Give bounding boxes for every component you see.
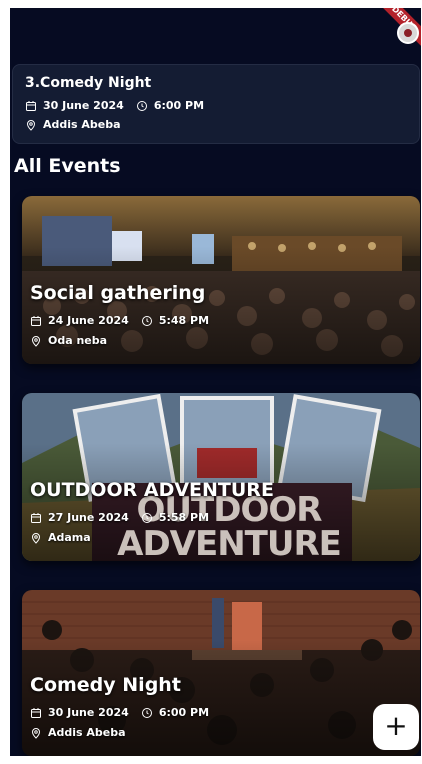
clock-icon (141, 512, 152, 523)
event-date: 30 June 2024 (48, 706, 129, 719)
add-icon: + (384, 709, 408, 742)
event-title: OUTDOOR ADVENTURE (30, 479, 274, 501)
event-datetime: 27 June 2024 5:58 PM (30, 511, 274, 524)
featured-event-time: 6:00 PM (153, 99, 205, 112)
event-date: 24 June 2024 (48, 314, 129, 327)
event-location: Addis Abeba (48, 726, 126, 739)
clock-icon (136, 100, 147, 111)
profile-avatar[interactable] (397, 22, 419, 44)
app-screen: DEBUG 3.Comedy Night 30 June 2024 6:00 P… (10, 8, 421, 756)
clock-icon (141, 315, 152, 326)
location-pin-icon (31, 727, 41, 739)
location-pin-icon (31, 335, 41, 347)
calendar-icon (31, 707, 41, 718)
event-time: 5:48 PM (158, 314, 210, 327)
event-info: OUTDOOR ADVENTURE 27 June 2024 5:58 PM A… (30, 479, 274, 551)
event-date: 27 June 2024 (48, 511, 129, 524)
event-location-row: Adama (30, 531, 274, 544)
event-card-social-gathering[interactable]: Social gathering 24 June 2024 5:48 PM Od… (22, 196, 420, 364)
featured-event-card[interactable]: 3.Comedy Night 30 June 2024 6:00 PM Addi… (12, 64, 420, 144)
calendar-icon (31, 315, 41, 326)
event-datetime: 30 June 2024 6:00 PM (30, 706, 209, 719)
add-event-button[interactable]: + (373, 704, 419, 750)
featured-event-date: 30 June 2024 (43, 99, 124, 112)
event-time: 5:58 PM (158, 511, 210, 524)
event-title: Social gathering (30, 282, 206, 304)
event-time: 6:00 PM (158, 706, 210, 719)
featured-event-location: Addis Abeba (43, 118, 121, 131)
event-card-comedy-night[interactable]: Comedy Night 30 June 2024 6:00 PM Addis … (22, 590, 420, 756)
calendar-icon (26, 100, 36, 111)
event-location: Adama (48, 531, 91, 544)
event-info: Comedy Night 30 June 2024 6:00 PM Addis … (30, 674, 209, 746)
section-title: All Events (14, 155, 121, 177)
clock-icon (141, 707, 152, 718)
featured-event-datetime: 30 June 2024 6:00 PM (25, 99, 407, 112)
location-pin-icon (31, 532, 41, 544)
event-datetime: 24 June 2024 5:48 PM (30, 314, 209, 327)
event-card-outdoor-adventure[interactable]: OUTDOOR ADVENTURE OUTDOOR ADVENTURE 27 J… (22, 393, 420, 561)
calendar-icon (31, 512, 41, 523)
event-location-row: Addis Abeba (30, 726, 209, 739)
featured-event-location-row: Addis Abeba (25, 118, 407, 131)
event-title: Comedy Night (30, 674, 181, 696)
event-location: Oda neba (48, 334, 108, 347)
featured-event-title: 3.Comedy Night (25, 75, 152, 91)
event-info: Social gathering 24 June 2024 5:48 PM Od… (30, 282, 209, 354)
location-pin-icon (26, 119, 36, 131)
event-location-row: Oda neba (30, 334, 209, 347)
